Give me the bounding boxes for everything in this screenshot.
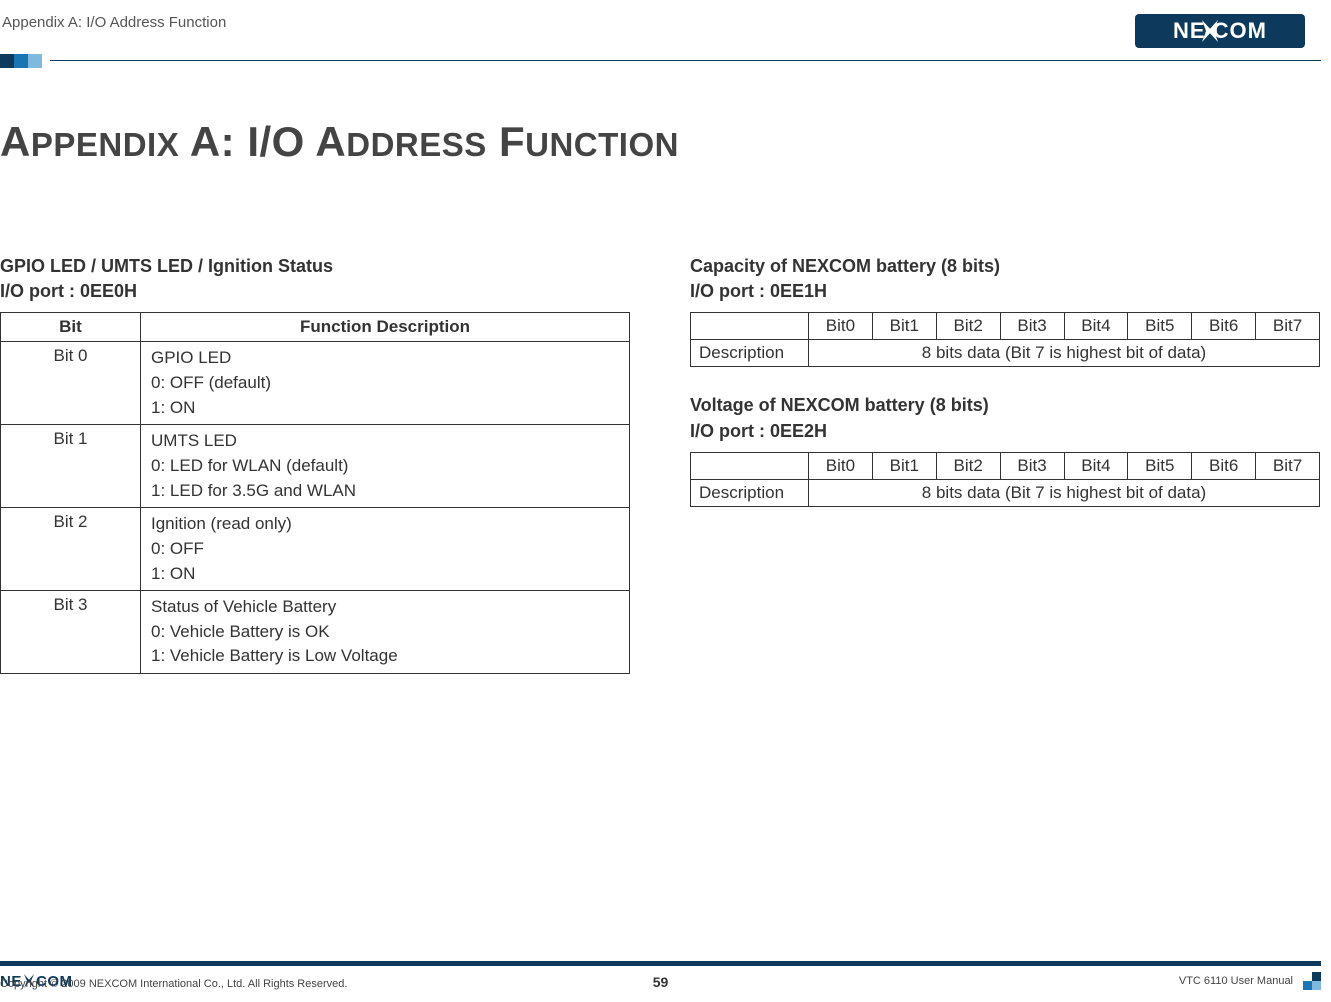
page-title: APPENDIX A: I/O ADDRESS FUNCTION	[0, 118, 679, 166]
table-row: Bit0 Bit1 Bit2 Bit3 Bit4 Bit5 Bit6 Bit7	[691, 313, 1320, 340]
nexcom-logo-top: NE COM	[1135, 14, 1313, 48]
bit-header: Bit0	[809, 452, 873, 479]
page-footer: NE COM VTC 6110 User Manual Copyright © …	[0, 961, 1321, 990]
table-row: Description 8 bits data (Bit 7 is highes…	[691, 479, 1320, 506]
page-number: 59	[653, 974, 669, 990]
page-header: Appendix A: I/O Address Function NE COM	[0, 0, 1331, 56]
right-column: Capacity of NEXCOM battery (8 bits) I/O …	[690, 254, 1320, 674]
gpio-heading-line1: GPIO LED / UMTS LED / Ignition Status	[0, 256, 333, 276]
capacity-table: Bit0 Bit1 Bit2 Bit3 Bit4 Bit5 Bit6 Bit7 …	[690, 312, 1320, 367]
empty-cell	[691, 452, 809, 479]
desc-cell: UMTS LED 0: LED for WLAN (default) 1: LE…	[141, 425, 630, 508]
capacity-section: Capacity of NEXCOM battery (8 bits) I/O …	[690, 254, 1320, 367]
table-header-row: Bit Function Description	[1, 313, 630, 342]
bit-header: Bit2	[936, 313, 1000, 340]
voltage-heading: Voltage of NEXCOM battery (8 bits) I/O p…	[690, 393, 1320, 443]
bit-header: Bit0	[809, 313, 873, 340]
footer-right-group: VTC 6110 User Manual	[1179, 972, 1321, 990]
row-label: Description	[691, 479, 809, 506]
table-row: Bit 2 Ignition (read only) 0: OFF 1: ON	[1, 508, 630, 591]
bit-cell: Bit 1	[1, 425, 141, 508]
capacity-heading: Capacity of NEXCOM battery (8 bits) I/O …	[690, 254, 1320, 304]
bit-header: Bit4	[1064, 452, 1128, 479]
bit-cell: Bit 2	[1, 508, 141, 591]
empty-cell	[691, 313, 809, 340]
bit-header: Bit6	[1192, 452, 1256, 479]
bit-header: Bit3	[1000, 452, 1064, 479]
header-rule	[50, 60, 1321, 61]
row-label: Description	[691, 340, 809, 367]
bit-header: Bit6	[1192, 313, 1256, 340]
table-row: Bit 3 Status of Vehicle Battery 0: Vehic…	[1, 591, 630, 674]
voltage-table: Bit0 Bit1 Bit2 Bit3 Bit4 Bit5 Bit6 Bit7 …	[690, 452, 1320, 507]
gpio-heading: GPIO LED / UMTS LED / Ignition Status I/…	[0, 254, 630, 304]
row-value: 8 bits data (Bit 7 is highest bit of dat…	[809, 479, 1320, 506]
voltage-heading-line2: I/O port : 0EE2H	[690, 421, 827, 441]
bit-header: Bit5	[1128, 452, 1192, 479]
bit-header: Bit1	[872, 452, 936, 479]
svg-text:NE COM: NE COM	[1173, 18, 1267, 43]
footer-manual: VTC 6110 User Manual	[1179, 975, 1293, 987]
voltage-section: Voltage of NEXCOM battery (8 bits) I/O p…	[690, 393, 1320, 506]
bit-header: Bit1	[872, 313, 936, 340]
bit-header: Bit4	[1064, 313, 1128, 340]
gpio-heading-line2: I/O port : 0EE0H	[0, 281, 137, 301]
capacity-heading-line1: Capacity of NEXCOM battery (8 bits)	[690, 256, 1000, 276]
bit-header: Bit3	[1000, 313, 1064, 340]
gpio-table: Bit Function Description Bit 0 GPIO LED …	[0, 312, 630, 674]
left-column: GPIO LED / UMTS LED / Ignition Status I/…	[0, 254, 630, 674]
bit-header: Bit2	[936, 452, 1000, 479]
nexcom-logo-icon: NE COM	[1135, 14, 1305, 48]
bit-header: Bit7	[1256, 452, 1320, 479]
bit-cell: Bit 3	[1, 591, 141, 674]
table-row: Bit 1 UMTS LED 0: LED for WLAN (default)…	[1, 425, 630, 508]
desc-cell: Status of Vehicle Battery 0: Vehicle Bat…	[141, 591, 630, 674]
bit-cell: Bit 0	[1, 342, 141, 425]
footer-decor-squares	[1303, 972, 1321, 990]
footer-copyright: Copyright © 2009 NEXCOM International Co…	[0, 978, 347, 990]
desc-cell: Ignition (read only) 0: OFF 1: ON	[141, 508, 630, 591]
footer-rule	[0, 961, 1321, 966]
row-value: 8 bits data (Bit 7 is highest bit of dat…	[809, 340, 1320, 367]
table-row: Bit 0 GPIO LED 0: OFF (default) 1: ON	[1, 342, 630, 425]
table-row: Description 8 bits data (Bit 7 is highes…	[691, 340, 1320, 367]
header-section-title: Appendix A: I/O Address Function	[0, 14, 226, 31]
capacity-heading-line2: I/O port : 0EE1H	[690, 281, 827, 301]
col-bit: Bit	[1, 313, 141, 342]
bit-header: Bit7	[1256, 313, 1320, 340]
desc-cell: GPIO LED 0: OFF (default) 1: ON	[141, 342, 630, 425]
col-desc: Function Description	[141, 313, 630, 342]
header-decor-squares	[0, 54, 42, 68]
voltage-heading-line1: Voltage of NEXCOM battery (8 bits)	[690, 395, 989, 415]
content-area: GPIO LED / UMTS LED / Ignition Status I/…	[0, 254, 1321, 674]
bit-header: Bit5	[1128, 313, 1192, 340]
table-row: Bit0 Bit1 Bit2 Bit3 Bit4 Bit5 Bit6 Bit7	[691, 452, 1320, 479]
